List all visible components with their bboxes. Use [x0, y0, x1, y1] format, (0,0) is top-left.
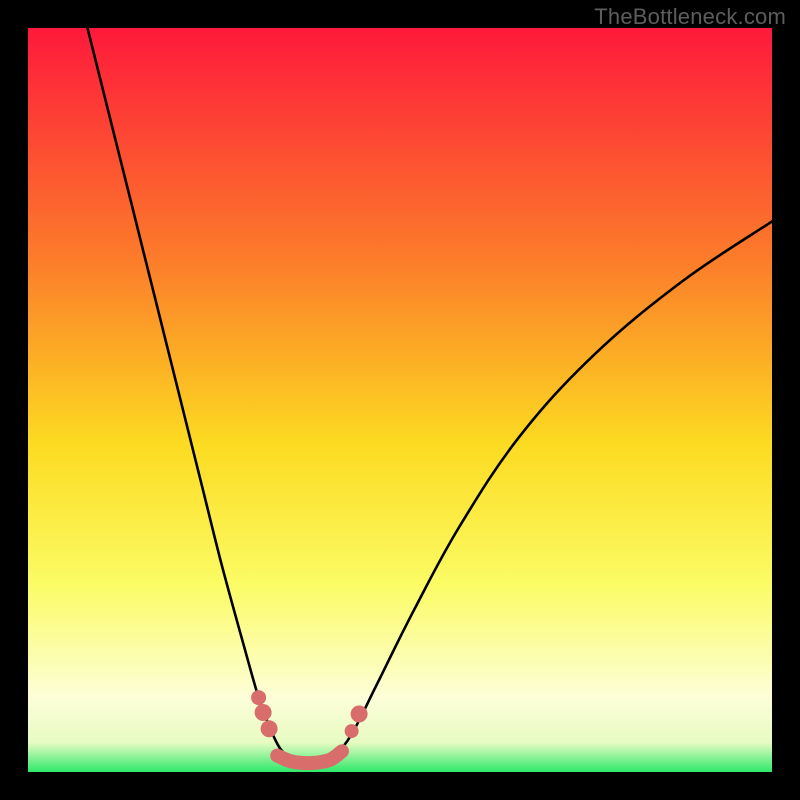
chart-area [28, 28, 772, 772]
marker-dot [345, 724, 359, 738]
outer-frame: TheBottleneck.com [0, 0, 800, 800]
marker-dot [251, 690, 266, 705]
marker-dot [261, 720, 278, 737]
chart-svg [28, 28, 772, 772]
marker-dot [351, 706, 368, 723]
watermark-text: TheBottleneck.com [594, 4, 786, 30]
gradient-background [28, 28, 772, 772]
marker-dot [255, 704, 272, 721]
